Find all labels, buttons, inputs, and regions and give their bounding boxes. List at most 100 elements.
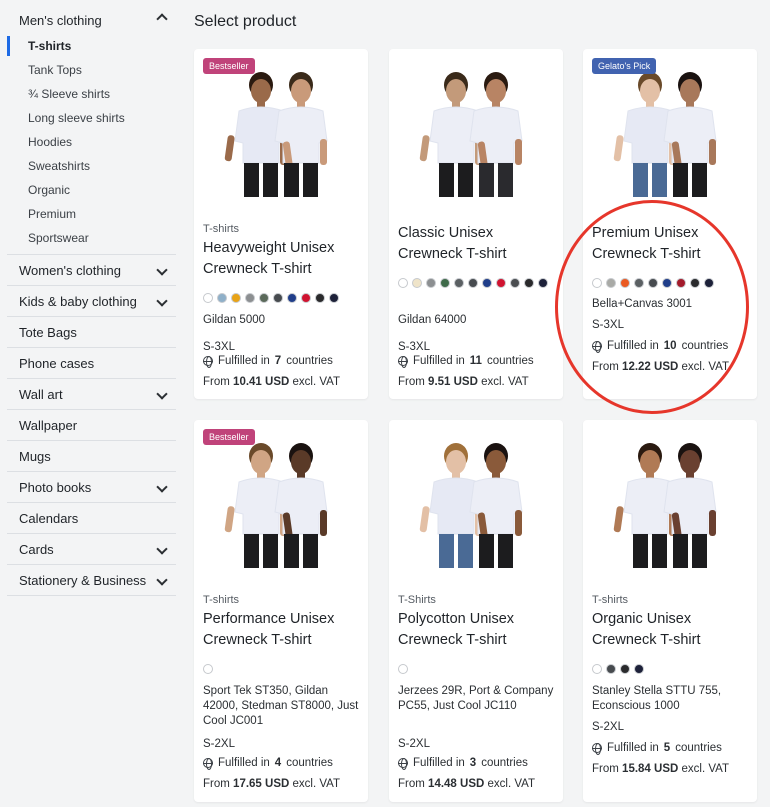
product-sizes: S-2XL <box>398 738 430 750</box>
price-prefix: From <box>203 376 230 388</box>
subcategory-three-quarter-sleeve[interactable]: ¾ Sleeve shirts <box>7 82 176 106</box>
product-brand: Stanley Stella STTU 755, Econscious 1000 <box>592 685 722 712</box>
product-name: Organic Unisex Crewneck T-shirt <box>592 611 701 648</box>
product-card[interactable]: Bestseller T-shirts Performance Unisex Cre… <box>194 420 368 802</box>
product-name: Performance Unisex Crewneck T-shirt <box>203 611 335 648</box>
subcategory-tank-tops[interactable]: Tank Tops <box>7 58 176 82</box>
product-brand: Bella+Canvas 3001 <box>592 298 693 310</box>
category-item[interactable]: Women's clothing <box>7 255 176 286</box>
fulfillment-info: Fulfilled in 10 countries <box>592 340 729 353</box>
product-image <box>389 49 563 209</box>
product-category: T-Shirts <box>398 594 436 606</box>
countries-word: countries <box>486 355 534 367</box>
color-swatch <box>496 278 506 288</box>
category-label: Stationery & Business <box>19 573 147 588</box>
category-item[interactable]: Phone cases <box>7 348 176 379</box>
price-suffix: excl. VAT <box>681 361 730 373</box>
color-swatch <box>606 664 616 674</box>
color-swatch <box>648 278 658 288</box>
subcategory-premium[interactable]: Premium <box>7 202 176 226</box>
subcategory-hoodies[interactable]: Hoodies <box>7 130 176 154</box>
color-swatch <box>426 278 436 288</box>
country-count: 11 <box>469 355 482 367</box>
color-swatch <box>662 278 672 288</box>
product-card[interactable]: Gelato's Pick Premium Unisex Crewneck T-s… <box>583 49 757 399</box>
category-label: Calendars <box>19 511 79 526</box>
subcategory-t-shirts[interactable]: T-shirts <box>7 34 176 58</box>
color-swatches <box>592 278 752 288</box>
color-swatch <box>592 278 602 288</box>
countries-word: countries <box>481 757 528 769</box>
subcategory-long-sleeve[interactable]: Long sleeve shirts <box>7 106 176 130</box>
fulfillment-info: Fulfilled in 7 countries <box>203 355 333 368</box>
fulfillment-info: Fulfilled in 11 countries <box>398 355 534 368</box>
subcategory-sweatshirts[interactable]: Sweatshirts <box>7 154 176 178</box>
price-value: 15.84 USD <box>622 763 679 775</box>
category-item[interactable]: Mugs <box>7 441 176 472</box>
product-name: Classic Unisex Crewneck T-shirt <box>398 225 507 262</box>
color-swatch <box>606 278 616 288</box>
category-item[interactable]: Photo books <box>7 472 176 503</box>
countries-word: countries <box>675 742 722 754</box>
product-card[interactable]: T-shirts Organic Unisex Crewneck T-shirt S… <box>583 420 757 802</box>
category-item[interactable]: Tote Bags <box>7 317 176 348</box>
color-swatch <box>398 664 408 674</box>
price-suffix: excl. VAT <box>681 763 730 775</box>
color-swatch <box>259 293 269 303</box>
fulfilled-prefix: Fulfilled in <box>218 757 270 769</box>
subcategory-label: Long sleeve shirts <box>28 111 125 125</box>
chevron-down-icon[interactable] <box>156 264 168 276</box>
product-brand: Gildan 5000 <box>203 314 266 326</box>
chevron-down-icon[interactable] <box>156 574 168 586</box>
price-prefix: From <box>592 763 619 775</box>
price-value: 14.48 USD <box>428 778 485 790</box>
chevron-down-icon[interactable] <box>156 543 168 555</box>
subcategory-organic[interactable]: Organic <box>7 178 176 202</box>
category-mens-clothing[interactable]: Men's clothing <box>7 0 176 34</box>
subcategory-label: ¾ Sleeve shirts <box>28 87 111 101</box>
category-item[interactable]: Wall art <box>7 379 176 410</box>
color-swatch <box>231 293 241 303</box>
chevron-down-icon[interactable] <box>156 481 168 493</box>
color-swatches <box>398 664 558 674</box>
countries-word: countries <box>681 340 729 352</box>
color-swatch <box>287 293 297 303</box>
chevron-down-icon[interactable] <box>156 388 168 400</box>
category-item[interactable]: Stationery & Business <box>7 565 176 596</box>
category-item[interactable]: Cards <box>7 534 176 565</box>
product-price: From 9.51 USD excl. VAT <box>398 376 529 388</box>
category-label: Tote Bags <box>19 325 77 340</box>
color-swatch <box>203 664 213 674</box>
category-item[interactable]: Kids & baby clothing <box>7 286 176 317</box>
product-badge: Bestseller <box>203 429 255 445</box>
subcategory-label: Organic <box>28 183 71 197</box>
fulfilled-prefix: Fulfilled in <box>607 340 659 352</box>
fulfillment-info: Fulfilled in 4 countries <box>203 757 333 770</box>
countries-word: countries <box>286 355 333 367</box>
product-sizes: S-2XL <box>592 721 624 733</box>
color-swatch <box>245 293 255 303</box>
category-label: Mugs <box>19 449 51 464</box>
color-swatch <box>315 293 325 303</box>
chevron-down-icon[interactable] <box>156 295 168 307</box>
fulfilled-prefix: Fulfilled in <box>413 757 465 769</box>
category-label: Men's clothing <box>19 13 102 28</box>
product-price: From 15.84 USD excl. VAT <box>592 763 729 775</box>
subcategory-sportswear[interactable]: Sportswear <box>7 226 176 250</box>
product-card[interactable]: Classic Unisex Crewneck T-shirt Gildan 64… <box>389 49 563 399</box>
subcategory-label: Sweatshirts <box>28 159 91 173</box>
category-label: Phone cases <box>19 356 95 371</box>
category-item[interactable]: Calendars <box>7 503 176 534</box>
product-card[interactable]: T-Shirts Polycotton Unisex Crewneck T-shi… <box>389 420 563 802</box>
category-item[interactable]: Wallpaper <box>7 410 176 441</box>
product-name: Polycotton Unisex Crewneck T-shirt <box>398 611 515 648</box>
color-swatch <box>634 278 644 288</box>
chevron-up-icon[interactable] <box>156 13 168 25</box>
price-suffix: excl. VAT <box>292 778 341 790</box>
color-swatch <box>482 278 492 288</box>
product-card[interactable]: Bestseller T-shirts Heavyweight Unisex Cre… <box>194 49 368 399</box>
country-count: 7 <box>274 355 282 367</box>
page-title: Select product <box>194 13 297 30</box>
color-swatch <box>398 278 408 288</box>
product-brand: Gildan 64000 <box>398 314 467 326</box>
